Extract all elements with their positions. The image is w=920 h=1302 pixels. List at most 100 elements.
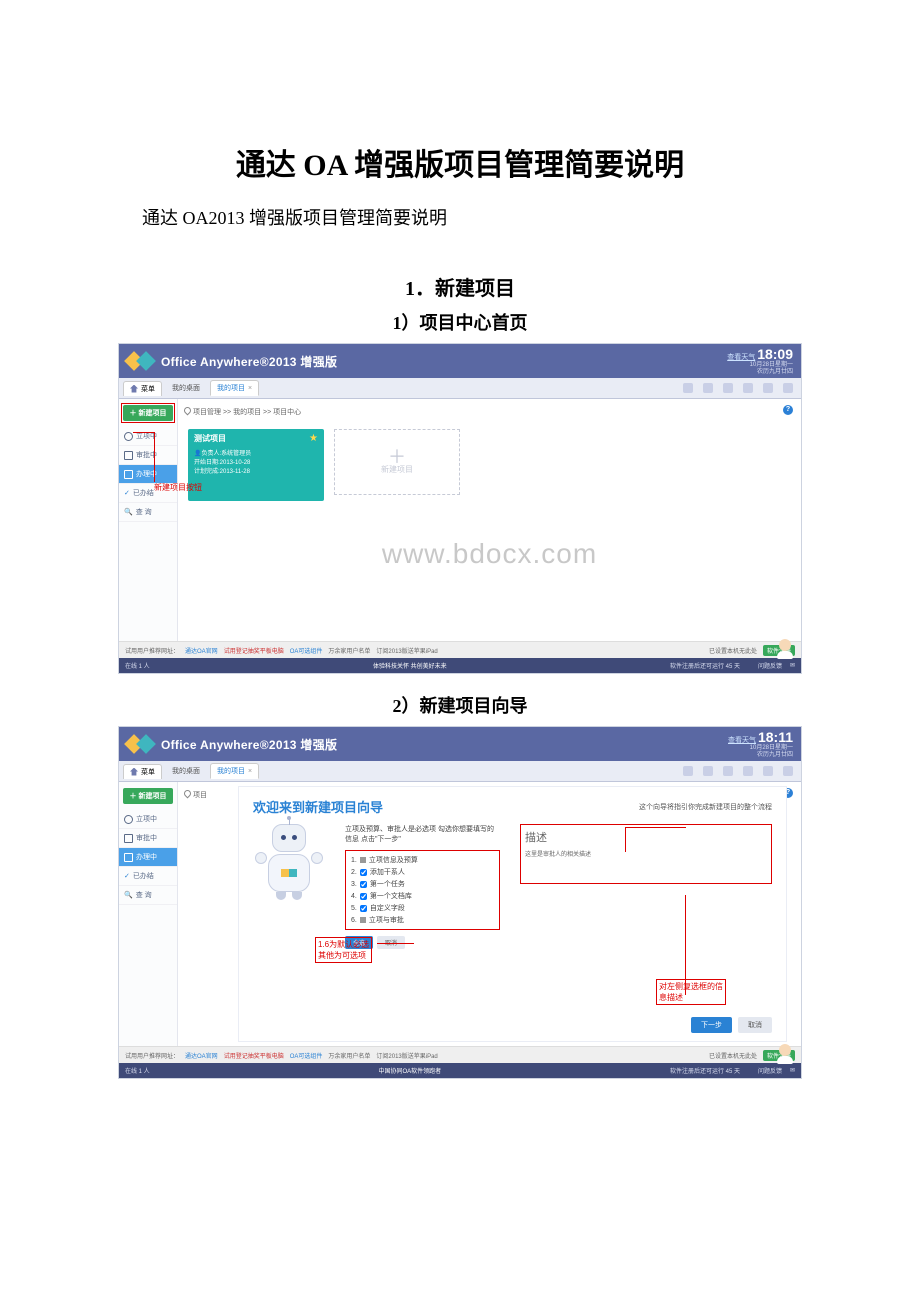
sidebar-item-shenpi[interactable]: 审批中: [119, 829, 177, 848]
select-all-button[interactable]: 全选: [345, 936, 373, 949]
sidebar: ＋ 新建项目 立项中 审批中 办理中 ✓已办结 🔍查 询: [119, 399, 178, 641]
footer-link-bar: 试用用户推荐网址： 通达OA官网 试用登记抽奖平板电脑 OA可选组件 万余家用户…: [119, 641, 801, 658]
sidebar-item-search[interactable]: 🔍查 询: [119, 886, 177, 905]
sidebar: ＋ 新建项目 立项中 审批中 办理中 ✓已办结 🔍查 询: [119, 782, 178, 1046]
description-body: 这里是审批人的相关描述: [525, 849, 767, 858]
tool-icon[interactable]: [683, 766, 693, 776]
key-icon[interactable]: [763, 766, 773, 776]
sidebar-item-lixiang[interactable]: 立项中: [119, 427, 177, 446]
checklist-item[interactable]: 3.第一个任务: [351, 878, 494, 890]
feedback-link[interactable]: 问题反馈: [758, 1066, 782, 1075]
footer-link[interactable]: OA可选组件: [290, 1051, 323, 1060]
annotation-line: [133, 432, 155, 433]
card-title: 测试项目: [194, 433, 318, 444]
plus-icon: ＋: [388, 450, 406, 464]
footer-link[interactable]: 试用登记抽奖平板电脑: [224, 1051, 284, 1060]
sidebar-item-shenpi[interactable]: 审批中: [119, 446, 177, 465]
annotation-line: [377, 943, 414, 944]
status-bar: 在线 1 人 中国协同OA软件领跑者 软件注册后还可运行 45 天 问题反馈 ✉: [119, 1063, 801, 1078]
key-icon[interactable]: [763, 383, 773, 393]
tool-icon[interactable]: [723, 383, 733, 393]
wizard-paragraph: 立项及预算、审批人是必选项 勾选你想要填写的信息 点击"下一步": [345, 824, 500, 844]
checklist-item[interactable]: 6.立项与审批: [351, 914, 494, 926]
sidebar-item-done[interactable]: ✓已办结: [119, 867, 177, 886]
doc-subtitle: 通达 OA2013 增强版项目管理简要说明: [0, 184, 920, 254]
weather-link[interactable]: 查看天气: [728, 737, 756, 744]
footer-link[interactable]: 订阅2013版送苹果iPad: [376, 1051, 437, 1060]
clock: 18:09: [757, 346, 793, 362]
tab-my-projects[interactable]: 我的项目×: [210, 380, 259, 396]
tab-desktop[interactable]: 我的桌面: [166, 381, 206, 395]
sidebar-item-lixiang[interactable]: 立项中: [119, 810, 177, 829]
tool-icon[interactable]: [703, 383, 713, 393]
home-icon: [130, 385, 138, 393]
annotation-line: [685, 895, 686, 995]
status-slogan: 体验科技关怀 共创美好未来: [150, 661, 670, 670]
menu-button[interactable]: 菜单: [123, 764, 162, 779]
tabbar: 菜单 我的桌面 我的项目×: [119, 761, 801, 782]
checklist-item[interactable]: 5.自定义字段: [351, 902, 494, 914]
checklist-item[interactable]: 4.第一个文档库: [351, 890, 494, 902]
power-icon[interactable]: [783, 766, 793, 776]
annotation-line: [154, 432, 155, 482]
footer-link[interactable]: 万余家用户名单: [328, 1051, 370, 1060]
description-box: 描述 这里是审批人的相关描述: [520, 824, 772, 884]
menu-button[interactable]: 菜单: [123, 381, 162, 396]
footer-link[interactable]: 订阅2013版送苹果iPad: [376, 646, 437, 655]
feedback-link[interactable]: 问题反馈: [758, 661, 782, 670]
checklist-item[interactable]: 1.立项信息及预算: [351, 854, 494, 866]
sidebar-item-done[interactable]: ✓已办结: [119, 484, 177, 503]
clock: 18:11: [758, 729, 793, 745]
breadcrumb: 项目管理 >> 我的项目 >> 项目中心: [178, 399, 801, 425]
footer-link[interactable]: OA可选组件: [290, 646, 323, 655]
doc-title: 通达 OA 增强版项目管理简要说明: [0, 140, 920, 184]
sidebar-item-banli[interactable]: 办理中: [119, 848, 177, 867]
footer-link[interactable]: 通达OA官网: [185, 1051, 218, 1060]
footer-link[interactable]: 通达OA官网: [185, 646, 218, 655]
assistant-avatar[interactable]: [773, 639, 797, 659]
footer-link-bar: 试用用户推荐网址： 通达OA官网 试用登记抽奖平板电脑 OA可选组件 万余家用户…: [119, 1046, 801, 1063]
date-line-2: 农历九月廿四: [727, 369, 793, 376]
app-header: Office Anywhere®2013 增强版 查看天气 18:11 10月2…: [119, 727, 801, 761]
screenshot-2: Office Anywhere®2013 增强版 查看天气 18:11 10月2…: [118, 726, 802, 1079]
checklist-item[interactable]: 2.添加干系人: [351, 866, 494, 878]
close-icon[interactable]: ×: [248, 385, 252, 392]
annotation-line: [625, 827, 626, 852]
footer-link[interactable]: 试用登记抽奖平板电脑: [224, 646, 284, 655]
tab-desktop[interactable]: 我的桌面: [166, 764, 206, 778]
main-area: 项目 ? 欢迎来到新建项目向导 这个向导将指引你完成新建项目的整个流程: [178, 782, 801, 1046]
add-project-card[interactable]: ＋ 新建项目: [334, 429, 460, 495]
main-area: 项目管理 >> 我的项目 >> 项目中心 ? 测试项目 ★ 👤负责人:系统管理员…: [178, 399, 801, 641]
add-card-label: 新建项目: [381, 464, 413, 475]
step-heading-1-2: 2）新建项目向导: [0, 692, 920, 718]
sidebar-item-search[interactable]: 🔍查 询: [119, 503, 177, 522]
star-icon[interactable]: ★: [309, 433, 318, 444]
wizard-robot-icon: [253, 824, 325, 949]
next-button[interactable]: 下一步: [691, 1017, 732, 1033]
step-heading-1-1: 1）项目中心首页: [0, 309, 920, 335]
assistant-avatar[interactable]: [773, 1044, 797, 1064]
cancel-button[interactable]: 取消: [738, 1017, 772, 1033]
tab-my-projects[interactable]: 我的项目×: [210, 763, 259, 779]
help-icon[interactable]: ?: [783, 405, 793, 415]
header-tool-icons: [683, 383, 801, 393]
app-header: Office Anywhere®2013 增强版 查看天气 18:09 10月2…: [119, 344, 801, 378]
wizard-title: 欢迎来到新建项目向导: [253, 797, 383, 816]
weather-link[interactable]: 查看天气: [727, 354, 755, 361]
footer-link[interactable]: 万余家用户名单: [328, 646, 370, 655]
annotation-line: [626, 827, 686, 828]
new-project-button[interactable]: ＋ 新建项目: [123, 405, 173, 421]
project-card[interactable]: 测试项目 ★ 👤负责人:系统管理员 开始日期:2013-10-28 计划完成:2…: [188, 429, 324, 501]
tool-icon[interactable]: [703, 766, 713, 776]
tool-icon[interactable]: [723, 766, 733, 776]
logo-icon: [136, 734, 156, 754]
new-project-button[interactable]: ＋ 新建项目: [123, 788, 173, 804]
trial-days: 软件注册后还可运行 45 天: [670, 661, 740, 670]
status-slogan: 中国协同OA软件领跑者: [150, 1066, 670, 1075]
power-icon[interactable]: [783, 383, 793, 393]
search-icon[interactable]: [743, 766, 753, 776]
logo-icon: [136, 351, 156, 371]
sidebar-item-banli[interactable]: 办理中: [119, 465, 177, 484]
tool-icon[interactable]: [683, 383, 693, 393]
search-icon[interactable]: [743, 383, 753, 393]
